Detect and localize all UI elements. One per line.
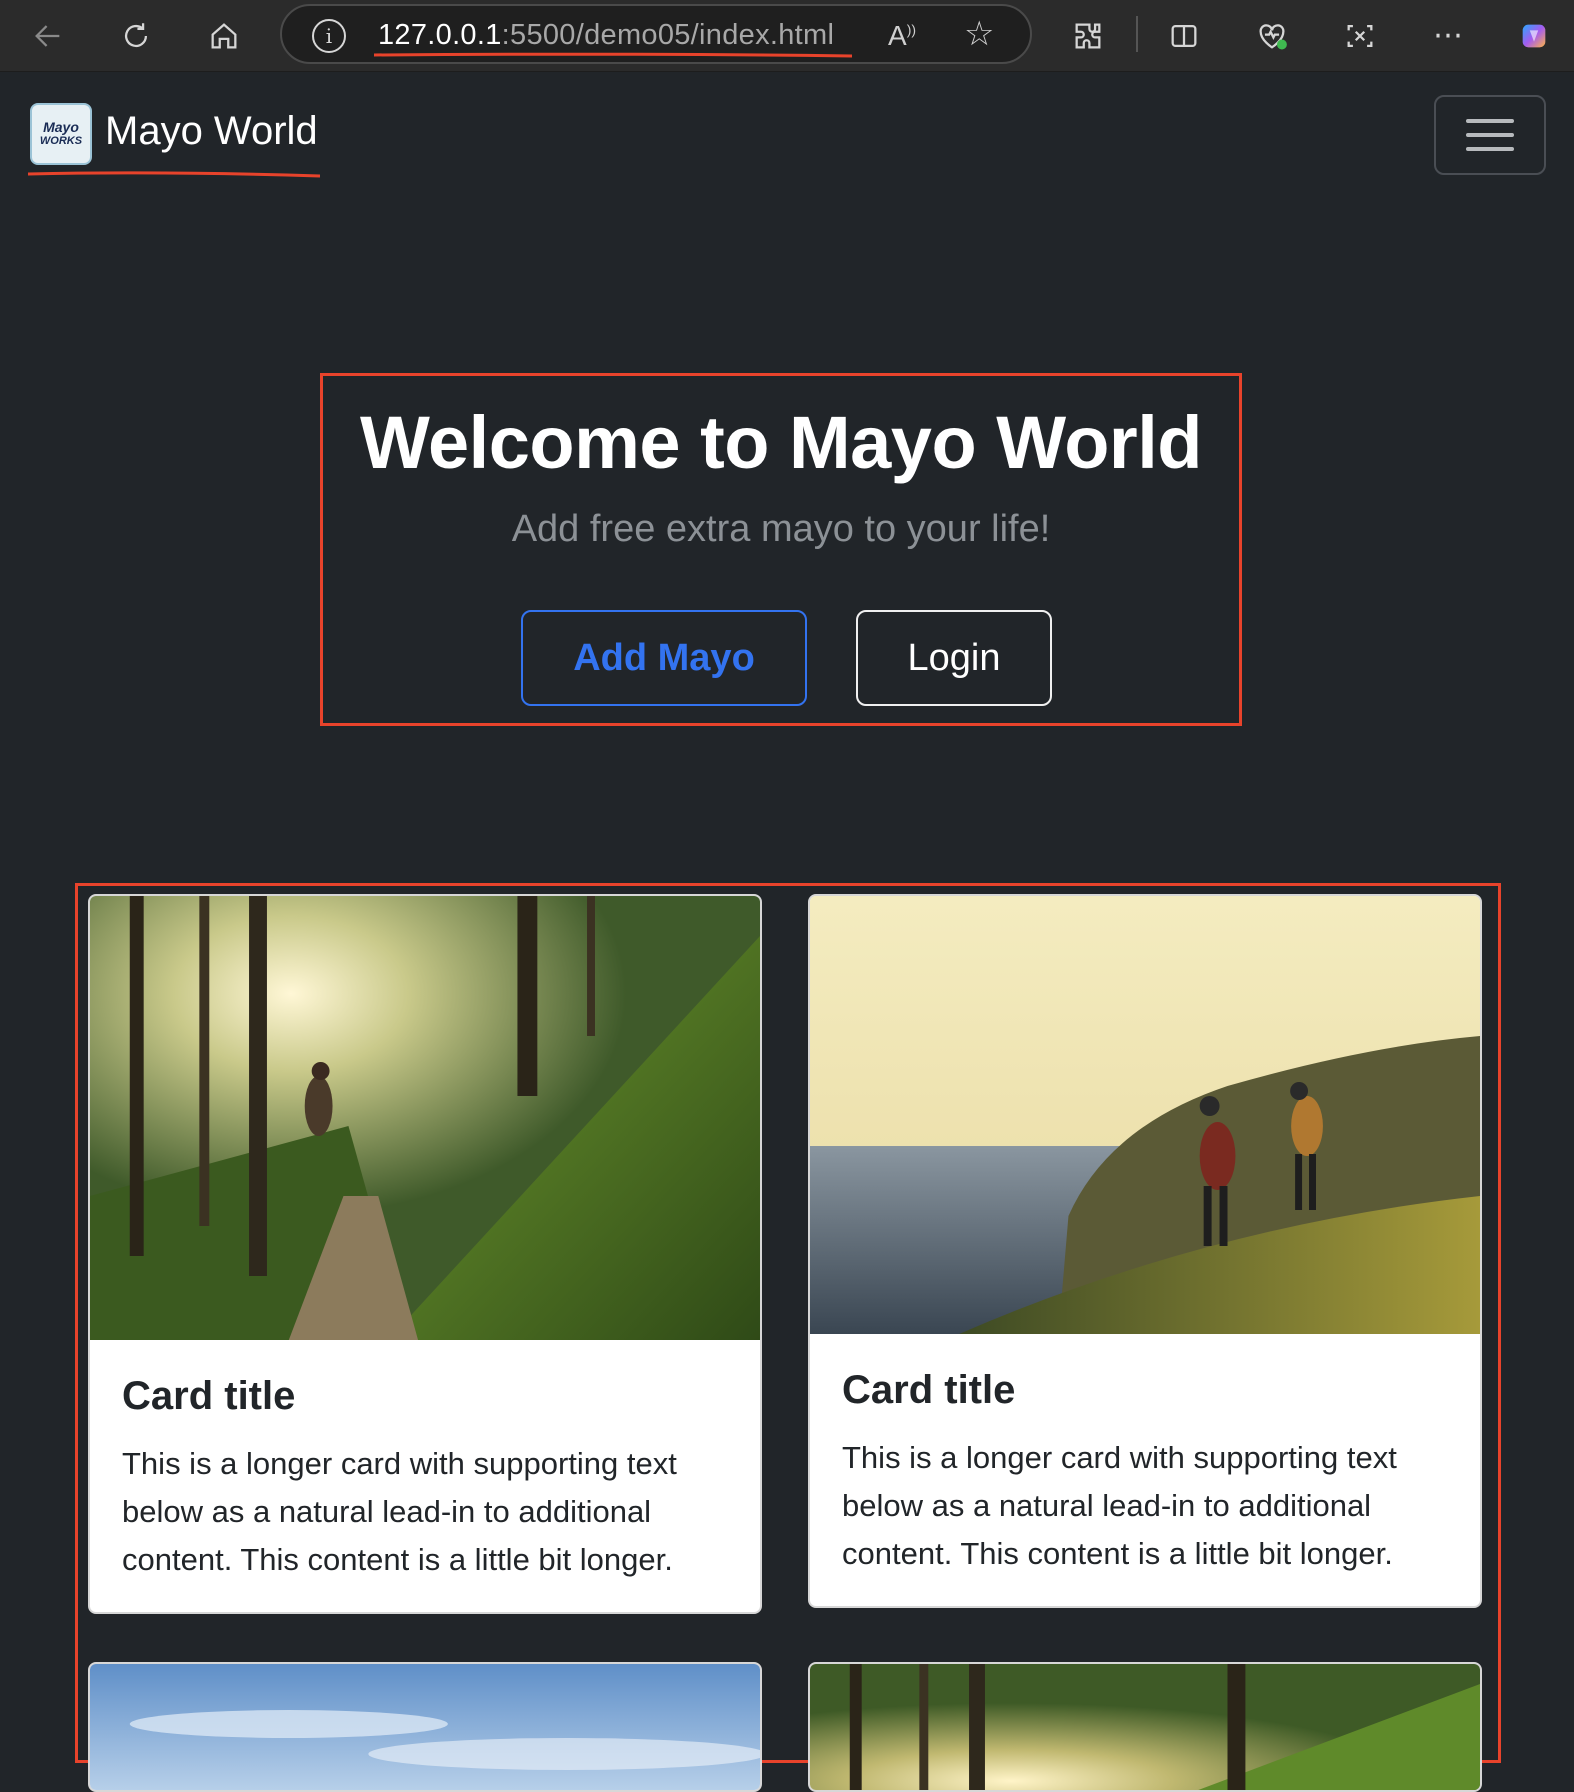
- extensions-icon[interactable]: [1064, 12, 1112, 60]
- url-host: 127.0.0.1: [378, 19, 502, 51]
- brand-underline-annotation: [28, 171, 320, 178]
- card: [88, 1662, 762, 1792]
- navbar-toggler-button[interactable]: [1434, 95, 1546, 175]
- forest-trail-hiker-photo: [90, 896, 760, 1340]
- url-path: :5500/demo05/index.html: [501, 19, 835, 51]
- brand-logo-text-mayo: Mayo: [43, 119, 79, 135]
- screenshot-icon[interactable]: [1336, 12, 1384, 60]
- back-arrow-icon[interactable]: [24, 12, 72, 60]
- hero-subtitle: Add free extra mayo to your life!: [511, 508, 1051, 550]
- favorite-star-icon[interactable]: ☆: [964, 14, 994, 54]
- site-navbar: Mayo WORKS Mayo World: [0, 73, 1574, 193]
- login-button[interactable]: Login: [856, 610, 1052, 706]
- coastal-hikers-sunset-photo: [810, 896, 1480, 1334]
- url-text[interactable]: 127.0.0.1:5500/demo05/index.html: [378, 19, 834, 52]
- hamburger-icon-line: [1466, 147, 1514, 151]
- card: Card title This is a longer card with su…: [808, 894, 1482, 1608]
- hamburger-icon-line: [1466, 119, 1514, 123]
- card: [808, 1662, 1482, 1792]
- home-icon[interactable]: [200, 12, 248, 60]
- sky-landscape-photo: [90, 1664, 760, 1790]
- brand-logo-text-works: WORKS: [39, 135, 83, 147]
- site-info-icon[interactable]: i: [312, 19, 346, 53]
- card-title: Card title: [122, 1374, 296, 1418]
- copilot-icon[interactable]: [1510, 12, 1558, 60]
- card: Card title This is a longer card with su…: [88, 894, 762, 1614]
- hamburger-icon-line: [1466, 133, 1514, 137]
- url-underline-annotation: [374, 52, 852, 58]
- refresh-icon[interactable]: [112, 12, 160, 60]
- read-aloud-icon[interactable]: A)): [888, 20, 916, 52]
- card-text: This is a longer card with supporting te…: [122, 1446, 677, 1577]
- brand-name[interactable]: Mayo World: [105, 109, 318, 154]
- split-screen-icon[interactable]: [1160, 12, 1208, 60]
- address-bar[interactable]: i 127.0.0.1:5500/demo05/index.html A)) ☆: [280, 4, 1032, 64]
- card-title: Card title: [842, 1368, 1016, 1412]
- brand-logo[interactable]: Mayo WORKS: [30, 103, 92, 165]
- add-mayo-button[interactable]: Add Mayo: [521, 610, 807, 706]
- card-text: This is a longer card with supporting te…: [842, 1440, 1397, 1571]
- hero-section: Welcome to Mayo World Add free extra may…: [320, 373, 1242, 726]
- toolbar-divider: [1136, 16, 1138, 52]
- more-options-icon[interactable]: ⋯: [1424, 12, 1472, 60]
- browser-toolbar: i 127.0.0.1:5500/demo05/index.html A)) ☆…: [0, 0, 1574, 72]
- forest-sunlight-photo: [810, 1664, 1480, 1790]
- browser-essentials-icon[interactable]: [1248, 12, 1296, 60]
- hero-title: Welcome to Mayo World: [360, 401, 1202, 484]
